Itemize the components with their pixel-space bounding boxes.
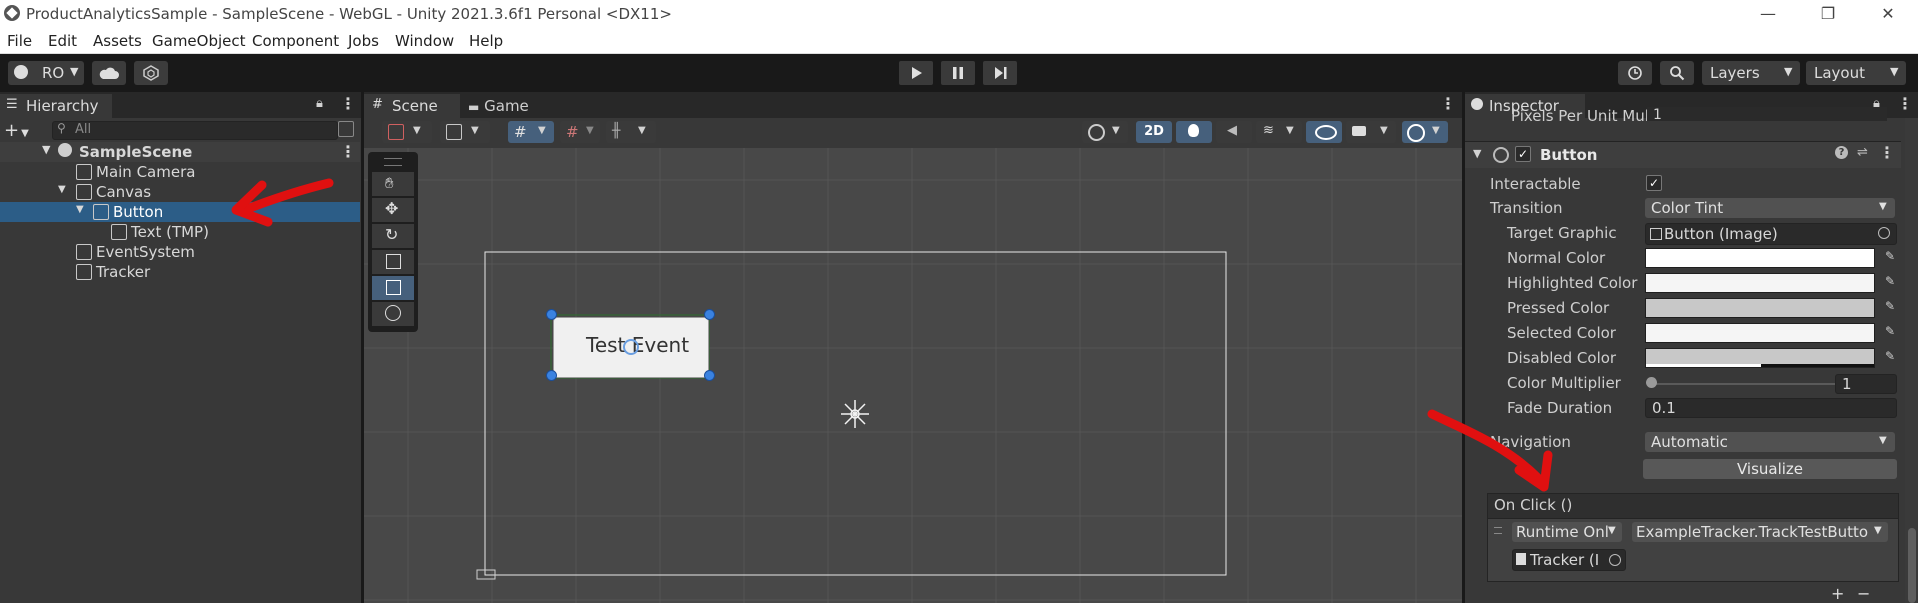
red-arrow-onclick bbox=[1427, 409, 1553, 492]
red-arrow-hierarchy bbox=[231, 178, 334, 227]
annotation-overlay bbox=[231, 178, 1553, 492]
